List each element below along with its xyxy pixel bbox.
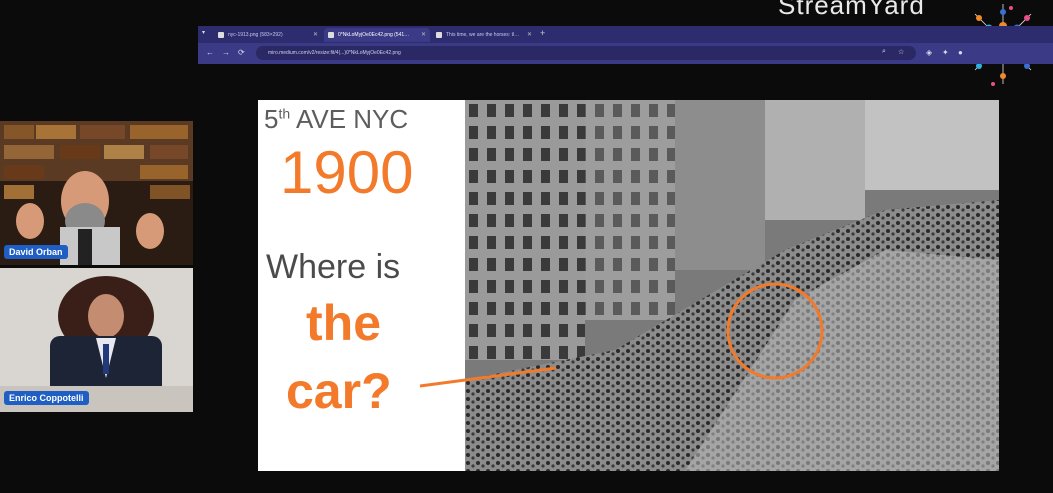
close-tab-icon[interactable]: ✕ [313, 28, 318, 42]
close-tab-icon[interactable]: ✕ [527, 28, 532, 42]
participant-video-david: David Orban [0, 121, 193, 265]
extensions-icon[interactable]: ◈ [926, 48, 932, 57]
tab-title: This time, we are the horses: tl… [446, 32, 520, 38]
participant-video-frame [0, 121, 193, 265]
image-favicon-icon [328, 32, 334, 38]
forward-button[interactable]: → [222, 48, 230, 57]
tab-bar: ▾ nyc-1913.png (583×292) ✕ 0*NkLoMyjOe0E… [198, 26, 1053, 43]
participant-name-badge: Enrico Coppotelli [4, 391, 89, 405]
slide-question-line1: Where is [266, 248, 401, 286]
url-field[interactable]: miro.medium.com/v2/resize:fit/4(...)0*Nk… [256, 46, 916, 60]
presentation-slide: 5th AVE NYC 1900 Where is the car? [258, 100, 999, 471]
close-tab-icon[interactable]: ✕ [421, 28, 426, 42]
tab-search-icon[interactable]: ▾ [202, 29, 205, 36]
participant-name-badge: David Orban [4, 245, 68, 259]
zoom-icon[interactable]: ⌕ [882, 48, 886, 56]
shared-browser-window: ▾ nyc-1913.png (583×292) ✕ 0*NkLoMyjOe0E… [198, 26, 1053, 64]
tab-title: 0*NkLoMyjOe0Ec42.png (541… [338, 32, 410, 38]
street-photo [465, 100, 999, 471]
puzzle-icon[interactable]: ✦ [942, 48, 949, 57]
streamyard-logo-text: StreamYard [778, 0, 925, 20]
slide-year: 1900 [280, 139, 414, 206]
slide-question-line2: the [306, 295, 381, 351]
bookmark-star-icon[interactable]: ☆ [898, 48, 904, 56]
back-button[interactable]: ← [206, 48, 214, 57]
slide-question-line3: car? [286, 363, 392, 419]
address-bar-row: ← → ⟳ miro.medium.com/v2/resize:fit/4(..… [198, 43, 1053, 64]
tab-medium-image[interactable]: 0*NkLoMyjOe0Ec42.png (541… ✕ [324, 28, 430, 42]
participant-video-enrico: Enrico Coppotelli [0, 268, 193, 412]
arrow-line [419, 366, 557, 388]
reload-button[interactable]: ⟳ [238, 48, 245, 57]
medium-favicon-icon [436, 32, 442, 38]
tab-horses-article[interactable]: This time, we are the horses: tl… ✕ [432, 28, 536, 42]
tab-nyc-1913[interactable]: nyc-1913.png (583×292) ✕ [214, 28, 322, 42]
image-favicon-icon [218, 32, 224, 38]
url-text: miro.medium.com/v2/resize:fit/4(...)0*Nk… [268, 50, 401, 56]
profile-icon[interactable]: ● [958, 48, 963, 57]
slide-location-heading: 5th AVE NYC [264, 104, 409, 134]
new-tab-button[interactable]: + [540, 28, 545, 38]
tab-title: nyc-1913.png (583×292) [228, 32, 283, 38]
